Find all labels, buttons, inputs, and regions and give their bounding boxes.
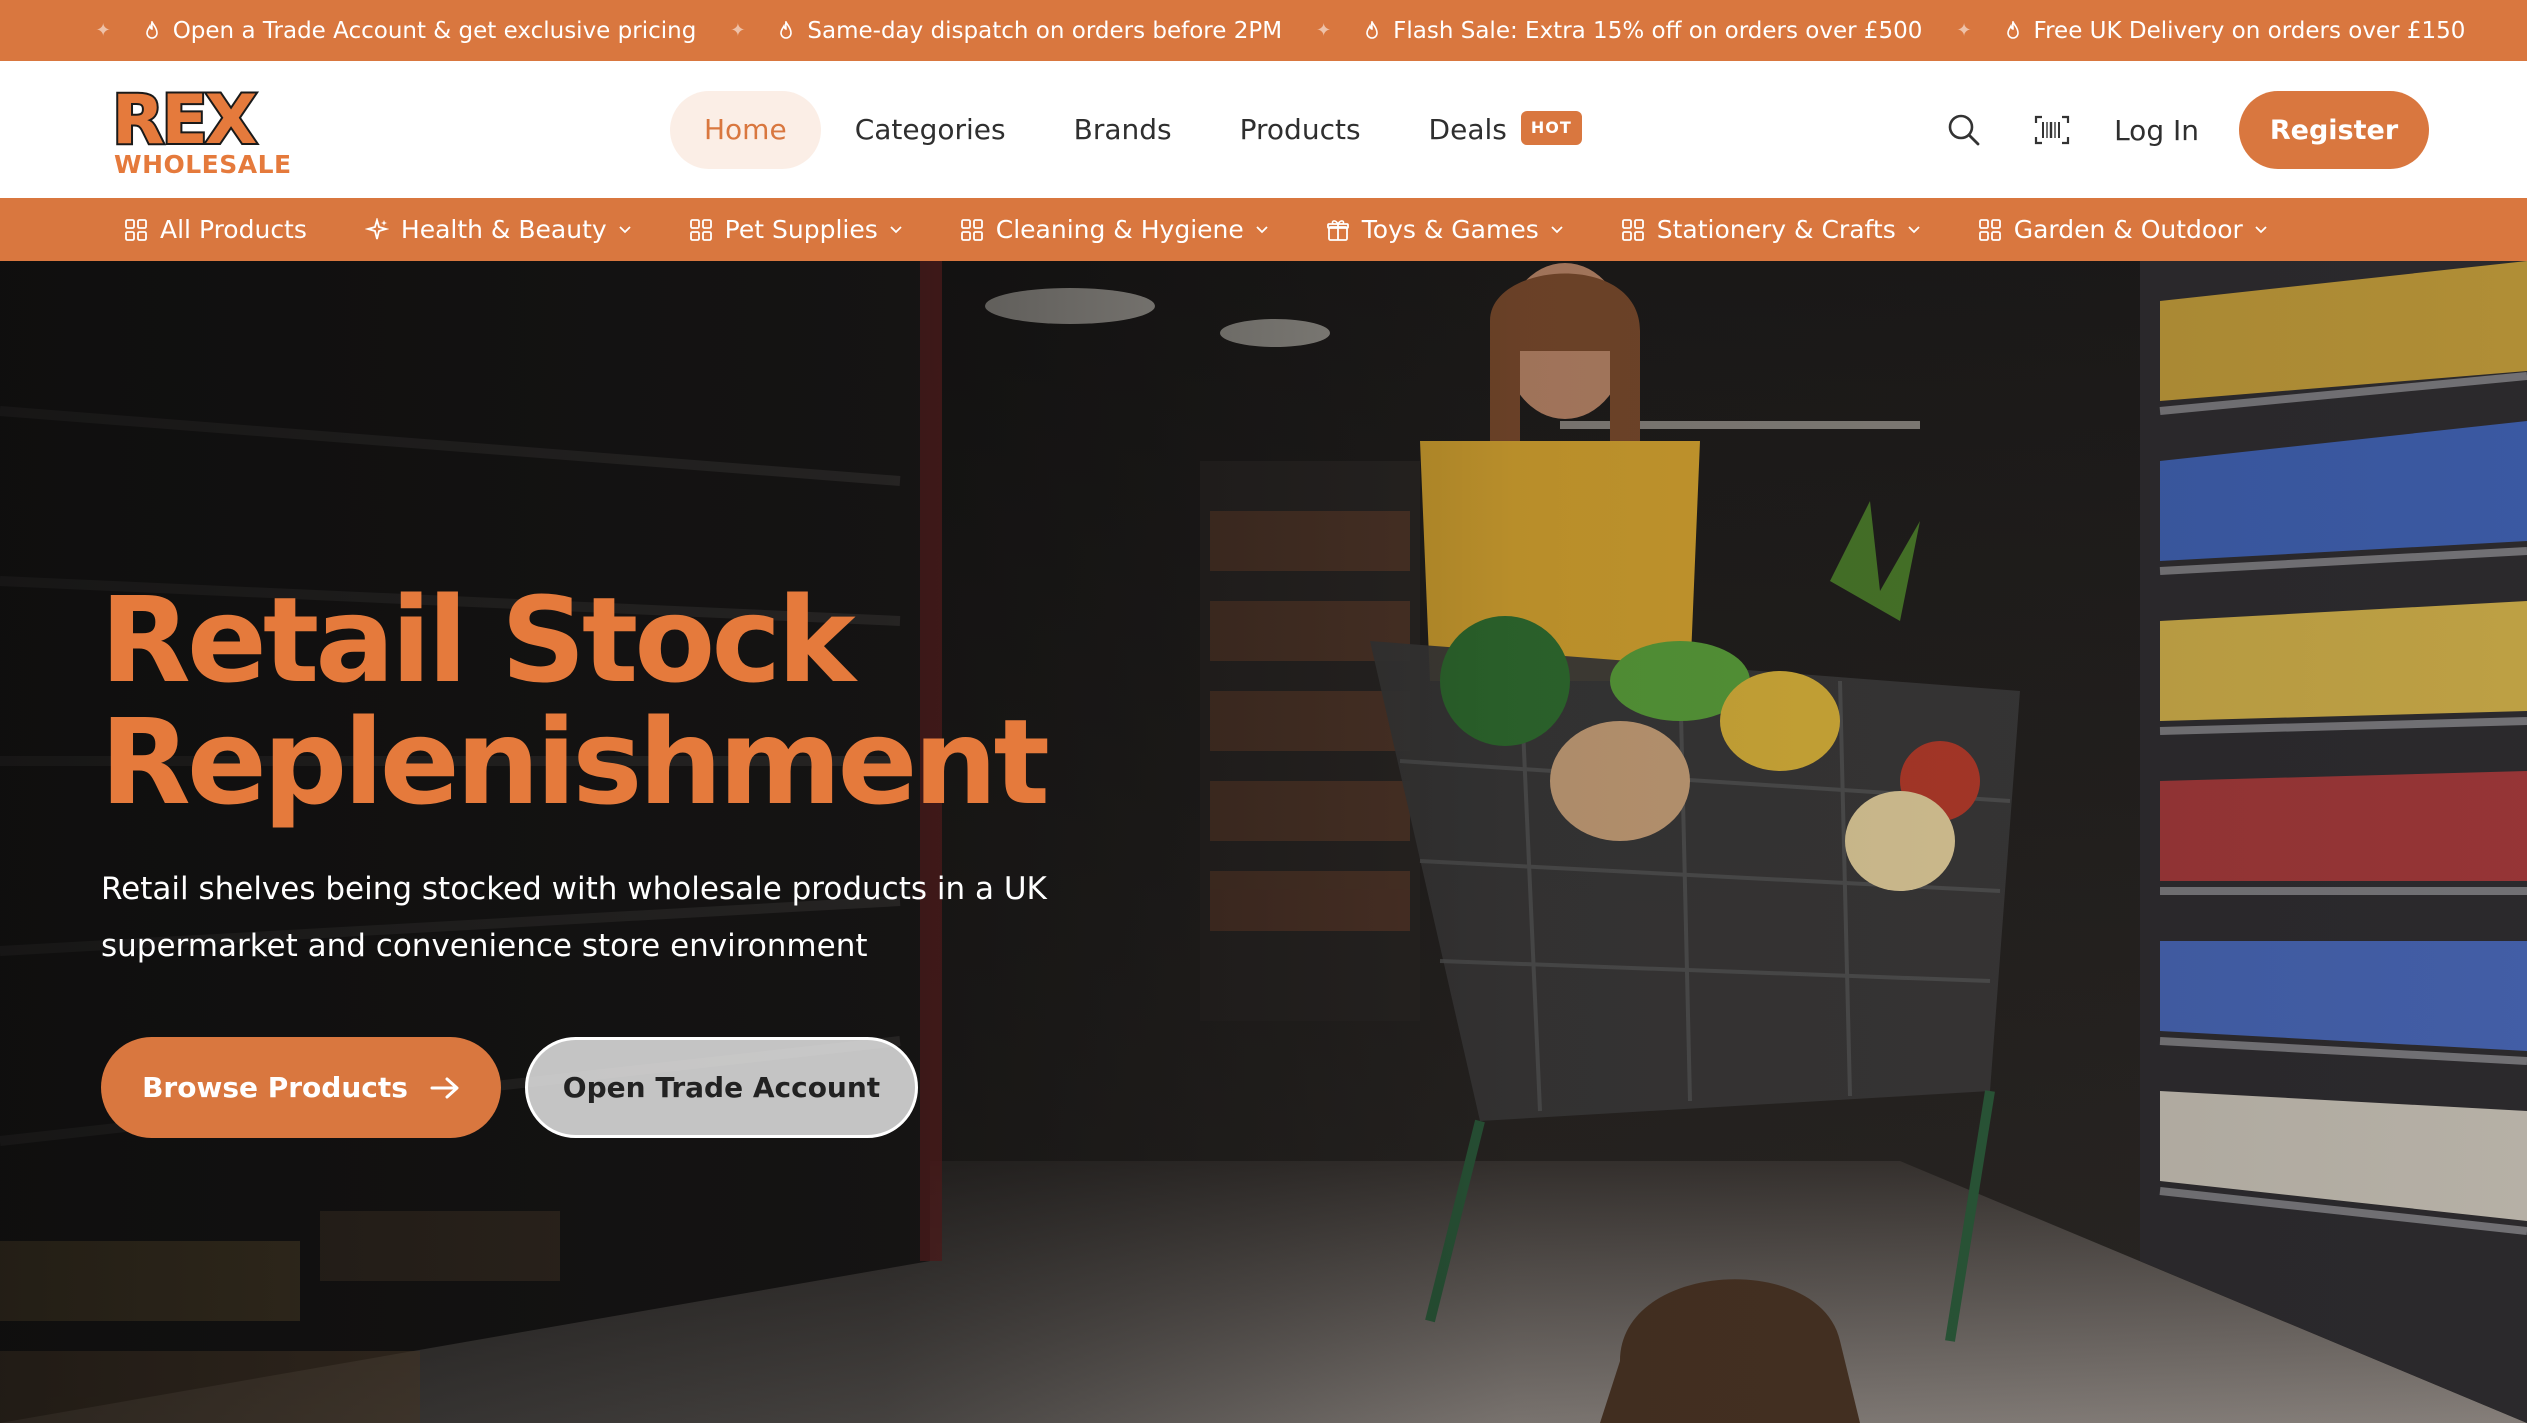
chevron-down-icon (2255, 225, 2267, 233)
chevron-down-icon (1908, 225, 1920, 233)
svg-text:REX: REX (112, 85, 257, 160)
sparkle-icon (364, 217, 389, 239)
hero-subtitle: Retail shelves being stocked with wholes… (101, 871, 1047, 964)
announcement-item: Free UK Delivery on orders over £150 (2006, 17, 2466, 44)
chevron-down-icon (890, 225, 902, 233)
nav-brands[interactable]: Brands (1040, 91, 1206, 169)
flame-icon (1366, 21, 1378, 39)
category-garden-outdoor[interactable]: Garden & Outdoor (1978, 215, 2267, 244)
hero-section: Retail Stock Replenishment Retail shelve… (0, 261, 2527, 1423)
search-icon (1948, 114, 1980, 146)
announcement-item: Open a Trade Account & get exclusive pri… (145, 17, 697, 44)
barcode-scan-button[interactable] (2026, 104, 2078, 156)
announcement-item: Same-day dispatch on orders before 2PM (779, 18, 1282, 44)
category-toys-games[interactable]: Toys & Games (1326, 215, 1563, 244)
barcode-scanner-icon (2034, 115, 2070, 145)
category-health-beauty[interactable]: Health & Beauty (364, 215, 631, 244)
open-trade-account-button[interactable]: Open Trade Account (525, 1037, 918, 1138)
main-navigation: Home Categories Brands Products Deals HOT (670, 91, 1616, 169)
grid-icon (1978, 218, 2001, 241)
flame-icon (780, 21, 793, 39)
grid-icon (960, 218, 983, 241)
register-button[interactable]: Register (2239, 91, 2429, 169)
grid-icon (125, 218, 147, 241)
category-label: Toys & Games (1361, 215, 1539, 244)
browse-products-button[interactable]: Browse Products (101, 1037, 501, 1138)
svg-text:WHOLESALE: WHOLESALE (114, 150, 292, 177)
nav-deals[interactable]: Deals HOT (1395, 91, 1616, 169)
hero-overlay (0, 261, 2527, 1423)
site-header: REX WHOLESALE Home Categories Brands Pro… (0, 61, 2527, 198)
separator: ✦ (730, 20, 746, 41)
flame-icon (145, 21, 158, 39)
search-button[interactable] (1938, 104, 1990, 156)
category-label: Cleaning & Hygiene (995, 215, 1244, 244)
flame-icon (2006, 21, 2019, 39)
category-stationery-crafts[interactable]: Stationery & Crafts (1621, 215, 1920, 244)
hot-badge: HOT (1520, 111, 1582, 145)
category-label: All Products (160, 215, 307, 244)
category-label: Stationery & Crafts (1656, 215, 1896, 244)
brand-logo[interactable]: REX WHOLESALE (110, 79, 332, 179)
grid-icon (689, 218, 712, 241)
header-actions: Log In Register (1938, 91, 2429, 169)
login-link[interactable]: Log In (2114, 114, 2199, 147)
category-bar: All Products Health & Beauty Pet Supplie… (0, 198, 2527, 261)
browse-products-label: Browse Products (142, 1071, 408, 1104)
announcement-item: Flash Sale: Extra 15% off on orders over… (1365, 18, 1922, 44)
category-all-products[interactable]: All Products (124, 215, 307, 244)
announcement-text: Open a Trade Account & get exclusive pri… (172, 17, 697, 44)
separator: ✦ (1316, 20, 1332, 41)
category-pet-supplies[interactable]: Pet Supplies (689, 215, 902, 244)
separator: ✦ (1956, 20, 1972, 41)
arrow-right-icon (430, 1077, 459, 1098)
announcement-text: Flash Sale: Extra 15% off on orders over… (1393, 17, 1923, 44)
nav-products[interactable]: Products (1206, 91, 1395, 169)
hero-title-line-1: Retail Stock (100, 571, 856, 709)
chevron-down-icon (619, 225, 631, 233)
announcement-text: Same-day dispatch on orders before 2PM (807, 17, 1283, 44)
category-label: Garden & Outdoor (2013, 215, 2243, 244)
category-label: Health & Beauty (400, 215, 607, 244)
separator: ✦ (95, 20, 111, 41)
nav-categories[interactable]: Categories (821, 91, 1040, 169)
announcement-bar: ✦ Open a Trade Account & get exclusive p… (0, 0, 2527, 61)
grid-icon (1621, 218, 1644, 241)
category-label: Pet Supplies (724, 215, 878, 244)
chevron-down-icon (1256, 225, 1268, 233)
gift-icon (1326, 219, 1349, 241)
hero-title: Retail Stock Replenishment (100, 579, 1200, 823)
chevron-down-icon (1551, 225, 1563, 233)
nav-deals-label: Deals (1428, 113, 1507, 146)
category-cleaning-hygiene[interactable]: Cleaning & Hygiene (960, 215, 1268, 244)
announcement-text: Free UK Delivery on orders over £150 (2033, 17, 2466, 44)
hero-title-line-2: Replenishment (100, 693, 1050, 831)
nav-home[interactable]: Home (670, 91, 821, 169)
